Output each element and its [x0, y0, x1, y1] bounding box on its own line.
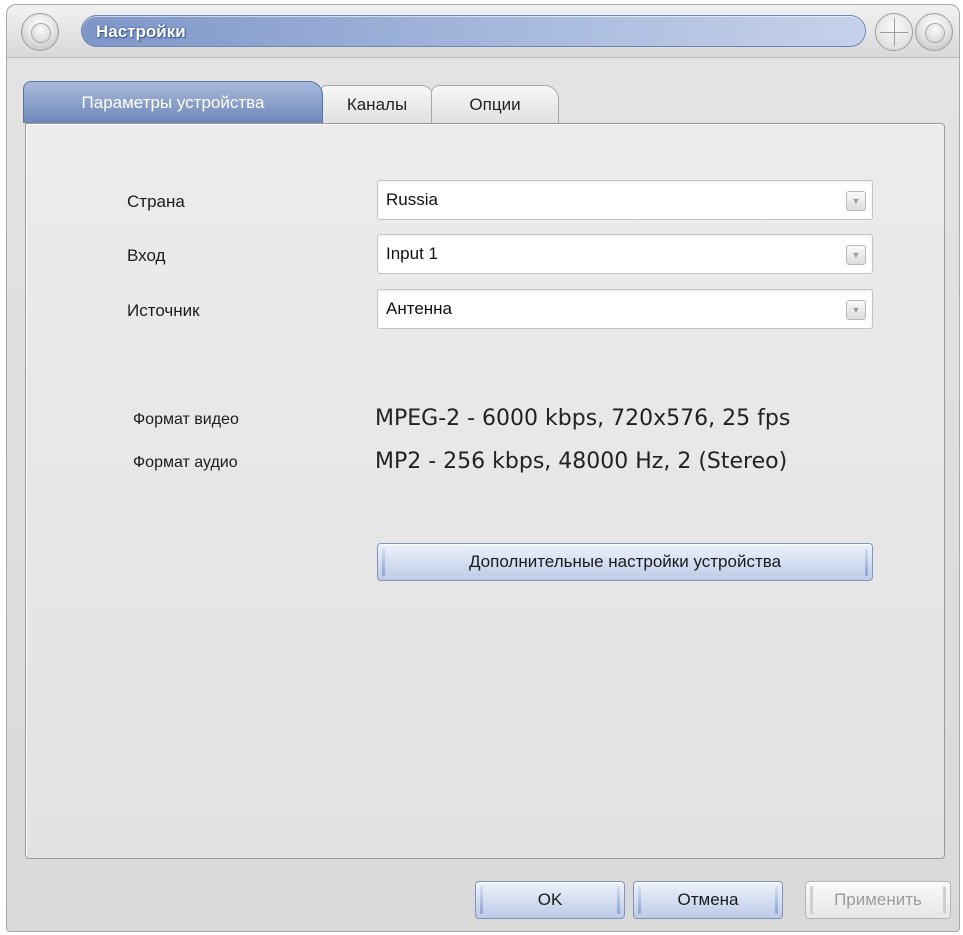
- source-select[interactable]: Антенна ▼: [377, 289, 873, 329]
- cancel-button[interactable]: Отмена: [633, 881, 783, 919]
- source-label: Источник: [127, 301, 200, 320]
- audio-format-label: Формат аудио: [133, 454, 238, 471]
- apply-label: Применить: [834, 890, 922, 909]
- input-value: Input 1: [386, 244, 438, 263]
- title-pill: Настройки: [81, 15, 866, 47]
- ok-button[interactable]: OK: [475, 881, 625, 919]
- tab-label: Опции: [469, 94, 521, 114]
- input-select[interactable]: Input 1 ▼: [377, 234, 873, 274]
- apply-button[interactable]: Применить: [805, 881, 951, 919]
- country-label: Страна: [127, 192, 185, 211]
- video-format-value: MPEG-2 - 6000 kbps, 720x576, 25 fps: [375, 406, 791, 431]
- audio-format-value: MP2 - 256 kbps, 48000 Hz, 2 (Stereo): [375, 449, 788, 474]
- tab-bar: Параметры устройства Каналы Опции: [23, 77, 923, 123]
- maximize-orb-icon[interactable]: [875, 13, 913, 51]
- settings-window: Настройки Параметры устройства Каналы Оп…: [6, 4, 960, 932]
- window-title: Настройки: [96, 22, 186, 41]
- chevron-down-icon[interactable]: ▼: [846, 300, 866, 320]
- window-menu-orb-icon[interactable]: [21, 13, 59, 51]
- country-select[interactable]: Russia ▼: [377, 180, 873, 220]
- chevron-down-icon[interactable]: ▼: [846, 245, 866, 265]
- tab-channels[interactable]: Каналы: [319, 85, 435, 123]
- advanced-button-label: Дополнительные настройки устройства: [468, 552, 782, 571]
- tab-device-parameters[interactable]: Параметры устройства: [23, 81, 323, 123]
- title-bar[interactable]: Настройки: [7, 5, 959, 58]
- video-format-label: Формат видео: [133, 411, 239, 428]
- ok-label: OK: [537, 890, 563, 909]
- country-value: Russia: [386, 190, 438, 209]
- input-label: Вход: [127, 246, 166, 265]
- device-parameters-panel: Страна Russia ▼ Вход Input 1 ▼ Источник …: [25, 123, 945, 859]
- chevron-down-icon[interactable]: ▼: [846, 191, 866, 211]
- advanced-device-settings-button[interactable]: Дополнительные настройки устройства: [377, 543, 873, 581]
- minimize-orb-icon[interactable]: [915, 13, 953, 51]
- tab-options[interactable]: Опции: [431, 85, 559, 123]
- source-value: Антенна: [386, 299, 453, 318]
- tab-label: Параметры устройства: [81, 92, 265, 112]
- cancel-label: Отмена: [677, 890, 739, 909]
- tab-label: Каналы: [346, 94, 408, 114]
